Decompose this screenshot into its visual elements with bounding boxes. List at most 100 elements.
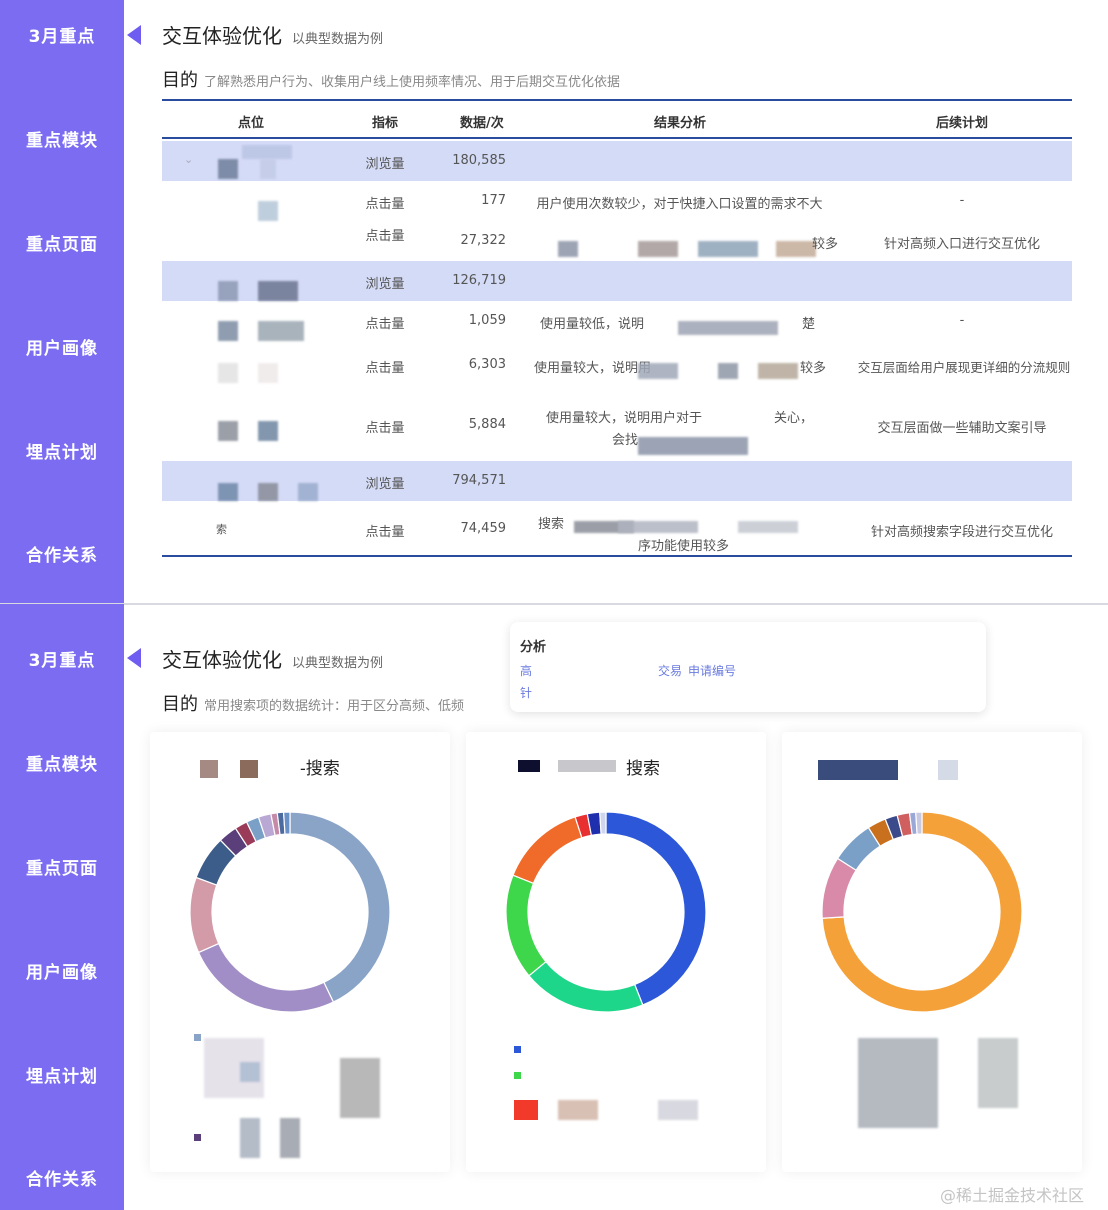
table-row[interactable]: ⌄ 浏览量 180,585 [162, 141, 1072, 181]
sidebar: 3月重点 重点模块 重点页面 用户画像 埋点计划 合作关系 [0, 0, 124, 604]
donut-slice[interactable] [915, 811, 923, 835]
sidebar-item[interactable]: 埋点计划 [0, 438, 124, 463]
table-row[interactable]: 点击量 1,059 使用量较低，说明 楚 - [162, 301, 1072, 341]
value-cell: 177 [481, 193, 506, 208]
active-indicator-icon [127, 25, 141, 45]
table-row[interactable]: 点击量 27,322 较多 针对高频入口进行交互优化 [162, 221, 1072, 261]
value-cell: 74,459 [460, 521, 507, 536]
sidebar-item[interactable]: 3月重点 [0, 646, 124, 671]
table-row[interactable]: 浏览量 794,571 [162, 461, 1072, 501]
value-cell: 180,585 [452, 153, 506, 168]
point-cell: 索 [216, 523, 227, 536]
plan-cell: - [959, 193, 965, 208]
legend-swatch [200, 760, 218, 778]
donut-slice[interactable] [528, 960, 644, 1013]
sidebar-item[interactable]: 重点模块 [0, 750, 124, 775]
metric-cell: 点击量 [365, 197, 405, 212]
table-row[interactable]: 点击量 5,884 使用量较大，说明用户对于 关心， 会找 交互层面做一些辅助文… [162, 391, 1072, 461]
header-cell: 后续计划 [936, 116, 989, 131]
section-title-text: 交互体验优化 [162, 24, 282, 48]
metric-cell: 点击量 [365, 525, 405, 540]
table-row[interactable]: 点击量 177 用户使用次数较少，对于快捷入口设置的需求不大 - [162, 181, 1072, 221]
goal-line: 目的 了解熟悉用户行为、收集用户线上使用频率情况、用于后期交互优化依据 [162, 66, 620, 92]
donut-slice[interactable] [189, 876, 220, 954]
chart-card: -搜索 [150, 732, 450, 1172]
table-row[interactable]: 点击量 6,303 使用量较大，说明用 较多 交互层面给用户展现更详细的分流规则 [162, 341, 1072, 391]
chevron-down-icon[interactable]: ⌄ [184, 153, 193, 166]
donut-chart[interactable] [812, 802, 1032, 1022]
goal-text: 了解熟悉用户行为、收集用户线上使用频率情况、用于后期交互优化依据 [204, 75, 621, 90]
sidebar-item[interactable]: 用户画像 [0, 958, 124, 983]
analysis-cell: 用户使用次数较少，对于快捷入口设置的需求不大 [536, 197, 823, 212]
plan-cell: 针对高频搜索字段进行交互优化 [870, 525, 1053, 540]
sidebar-item[interactable]: 用户画像 [0, 334, 124, 359]
donut-chart[interactable] [180, 802, 400, 1022]
legend-swatch [818, 760, 898, 780]
chart-card: 搜索 [466, 732, 766, 1172]
donut-slice[interactable] [282, 811, 291, 835]
header-cell: 结果分析 [654, 116, 707, 131]
legend-swatch [240, 760, 258, 778]
metric-cell: 点击量 [365, 421, 405, 436]
section-subtitle: 以典型数据为例 [292, 32, 384, 47]
value-cell: 6,303 [468, 357, 506, 372]
value-cell: 5,884 [468, 417, 506, 432]
sidebar-item[interactable]: 合作关系 [0, 1165, 124, 1190]
donut-slice[interactable] [197, 942, 335, 1013]
analysis-cell: 使用量较低，说明 [540, 317, 645, 332]
metric-cell: 点击量 [365, 229, 405, 244]
tooltip-line: 针 [520, 686, 533, 700]
section-title-text: 交互体验优化 [162, 648, 282, 672]
donut-slice[interactable] [289, 811, 391, 1003]
sidebar-item[interactable]: 3月重点 [0, 22, 124, 47]
analysis-cell: 搜索 [538, 517, 565, 532]
legend-dot [194, 1034, 201, 1041]
tooltip-line: 交易 [658, 664, 683, 678]
section-subtitle: 以典型数据为例 [292, 656, 384, 671]
tooltip-line: 申请编号 [688, 664, 737, 678]
legend-swatch [938, 760, 958, 780]
data-table: 点位 指标 数据/次 结果分析 后续计划 ⌄ 浏览量 180,585 点击量 1… [162, 99, 1072, 557]
value-cell: 794,571 [452, 473, 506, 488]
tooltip-line: 高 [520, 664, 533, 678]
table-row[interactable]: 索 点击量 74,459 搜索 序功能使用较多 针对高频搜索字段进行交互优化 [162, 501, 1072, 557]
sidebar-item[interactable]: 合作关系 [0, 541, 124, 566]
metric-cell: 浏览量 [365, 157, 405, 172]
table-header: 点位 指标 数据/次 结果分析 后续计划 [162, 101, 1072, 139]
sidebar-item[interactable]: 重点模块 [0, 126, 124, 151]
legend-dot [514, 1072, 521, 1079]
legend-swatch [558, 760, 616, 772]
goal-label: 目的 [162, 694, 198, 715]
donut-slice[interactable] [599, 811, 607, 835]
value-cell: 1,059 [468, 313, 506, 328]
goal-label: 目的 [162, 70, 198, 91]
header-cell: 数据/次 [460, 116, 504, 131]
metric-cell: 浏览量 [365, 277, 405, 292]
watermark: @稀土掘金技术社区 [940, 1186, 1085, 1205]
goal-text: 常用搜索项的数据统计：用于区分高频、低频 [204, 699, 465, 714]
plan-cell: - [959, 313, 965, 328]
analysis-second-line: 会找 [612, 433, 639, 448]
analysis-cell: 使用量较大，说明用户对于 [546, 411, 703, 426]
value-cell: 27,322 [460, 233, 507, 248]
plan-cell: 交互层面给用户展现更详细的分流规则 [857, 360, 1071, 375]
sidebar-item[interactable]: 埋点计划 [0, 1062, 124, 1087]
donut-slice[interactable] [505, 874, 547, 977]
chart-card [782, 732, 1082, 1172]
donut-slice[interactable] [605, 811, 707, 1006]
sidebar-item[interactable]: 重点页面 [0, 230, 124, 255]
analysis-tail: 楚 [802, 317, 816, 332]
header-cell: 指标 [372, 116, 399, 131]
table-row[interactable]: 浏览量 126,719 [162, 261, 1072, 301]
section-title: 交互体验优化 以典型数据为例 [162, 644, 383, 673]
donut-chart[interactable] [496, 802, 716, 1022]
donut-slice[interactable] [512, 816, 583, 885]
chart-title: 搜索 [626, 759, 660, 779]
plan-cell: 交互层面做一些辅助文案引导 [877, 421, 1047, 436]
sidebar-item[interactable]: 重点页面 [0, 854, 124, 879]
goal-line: 目的 常用搜索项的数据统计：用于区分高频、低频 [162, 690, 464, 716]
legend-swatch [518, 760, 540, 772]
header-cell: 点位 [238, 116, 265, 131]
metric-cell: 点击量 [365, 317, 405, 332]
tooltip-title: 分析 [520, 640, 547, 655]
